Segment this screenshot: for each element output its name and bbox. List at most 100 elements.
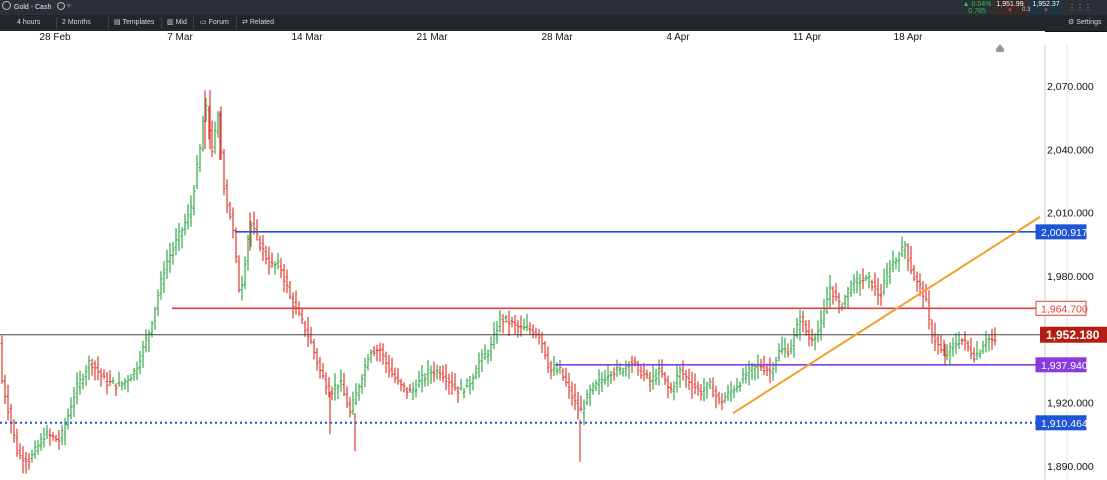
change-absolute: 0.785 [968,8,986,15]
templates-button[interactable]: ▤ Templates [114,15,154,30]
ohlc-bar [423,373,427,387]
ohlc-bar [672,381,676,401]
symbol-tab[interactable]: Gold - Cash [2,0,66,15]
settings-button[interactable]: ⚙ Settings [1068,15,1102,30]
home-icon[interactable] [996,44,1004,52]
chat-icon: ▭ [200,19,207,26]
ask-price[interactable]: 1,952.37 ▼ [1030,0,1062,16]
ohlc-bar [819,309,823,341]
ohlc-bar [222,149,226,196]
ohlc-bar [468,375,472,395]
expand-icon[interactable]: ⋮⋮⋮ [1068,0,1092,15]
ohlc-bar [990,328,994,350]
ohlc-bar [408,383,412,393]
ohlc-bar [399,378,403,392]
add-tab-icon[interactable]: + [66,0,72,14]
ohlc-bars [0,90,997,474]
ohlc-bar [720,393,724,411]
ohlc-bar [444,363,448,391]
ohlc-bar [501,313,505,334]
ohlc-bar [360,374,364,394]
ohlc-bar [789,339,793,355]
ohlc-bar [264,245,268,265]
x-tick-label: 11 Apr [792,32,822,43]
search-icon[interactable] [57,2,66,10]
ohlc-bar [453,373,457,391]
ohlc-bar [348,397,352,418]
ohlc-bar [660,359,664,378]
price-type-button[interactable]: ▥ Mid [167,15,187,30]
ohlc-bar [180,227,184,249]
ohlc-bar [267,246,271,275]
price-chart[interactable]: 2,070.000 2,040.000 2,010.000 1,980.000 1,92… [0,0,1107,480]
ohlc-bar [951,337,955,357]
ohlc-bar [498,310,502,333]
ohlc-bar [237,255,241,293]
ohlc-bar [321,363,325,380]
ohlc-bar [924,283,928,302]
ohlc-bar [69,397,73,420]
ohlc-bar [54,434,58,443]
ohlc-bar [795,317,799,339]
ohlc-bar [615,359,619,377]
related-button[interactable]: ⇄ Related [242,15,274,30]
change-percent: ▲ 0.04% [962,1,992,8]
ohlc-bar [546,346,550,373]
ohlc-bar [345,386,349,409]
ohlc-bar [381,343,385,365]
y-tick-label: 1,920.000 [1047,398,1094,410]
ohlc-bar [297,301,301,317]
ohlc-bar [849,280,853,297]
y-tick-label: 1,980.000 [1047,271,1094,283]
ohlc-bar [666,375,670,399]
ohlc-bar [81,373,85,390]
ohlc-bar [657,359,661,386]
ohlc-bar [132,367,136,381]
ohlc-bar [138,350,142,375]
ohlc-bar [471,373,475,391]
ohlc-bar [417,370,421,388]
ohlc-bar [633,356,637,367]
ohlc-bar [315,348,319,371]
ohlc-bar [111,377,115,385]
ohlc-bar [948,342,952,364]
ohlc-bar [123,378,127,390]
ohlc-bar [156,289,160,316]
ohlc-bar [516,320,520,338]
related-label: Related [249,19,274,26]
ohlc-bar [429,365,433,384]
ohlc-bar [777,343,781,362]
ohlc-bar [930,319,934,344]
ohlc-bar [489,336,493,362]
ohlc-bar [798,309,802,341]
settings-label: Settings [1076,19,1102,26]
ohlc-bar [153,306,157,330]
ohlc-bar [480,349,484,373]
ohlc-bar [810,328,814,347]
ohlc-bar [459,378,463,391]
svg-text:1,964.700: 1,964.700 [1041,303,1088,315]
ohlc-bar [894,257,898,270]
top-bar: Gold - Cash + ▲ 0.04% 0.785 1,951.99 ▼ 0… [0,0,1107,16]
ohlc-bar [909,246,913,275]
range-select[interactable]: 2 Months [62,15,91,30]
ohlc-bar [396,367,400,385]
ohlc-bar [75,372,79,405]
forum-button[interactable]: ▭ Forum [200,15,229,30]
ohlc-bar [105,372,109,395]
ohlc-bar [177,222,181,252]
trendline[interactable] [732,216,1041,415]
ohlc-bar [957,331,961,349]
ohlc-bar [483,344,487,360]
ohlc-bar [375,344,379,362]
ask-value: 1,952.37 [1032,1,1060,8]
ohlc-bar [600,371,604,392]
ohlc-bar [435,364,439,380]
ohlc-bar [744,365,748,384]
interval-select[interactable]: 4 hours [17,15,40,30]
ohlc-bar [276,253,280,270]
x-tick-label: 28 Feb [39,32,71,43]
ohlc-bar [528,322,532,336]
ohlc-bar [129,374,133,382]
ohlc-bar [765,363,769,376]
